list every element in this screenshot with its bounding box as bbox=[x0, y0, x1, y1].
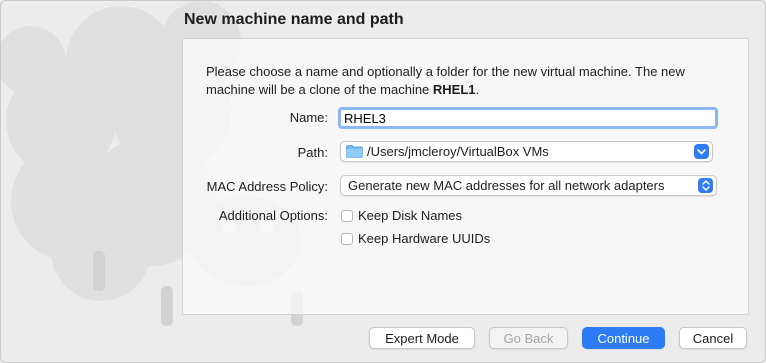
expert-mode-button[interactable]: Expert Mode bbox=[369, 327, 475, 349]
keep-disk-names-option[interactable]: Keep Disk Names bbox=[341, 208, 462, 223]
description-line-2-prefix: machine will be a clone of the machine bbox=[206, 82, 433, 97]
keep-disk-names-label: Keep Disk Names bbox=[358, 208, 463, 223]
path-value: /Users/jmcleroy/VirtualBox VMs bbox=[367, 144, 549, 159]
name-label: Name: bbox=[289, 110, 328, 125]
keep-hardware-uuids-label: Keep Hardware UUIDs bbox=[358, 231, 491, 246]
mac-address-policy-label: MAC Address Policy: bbox=[206, 179, 328, 194]
description-text: Please choose a name and optionally a fo… bbox=[206, 63, 731, 99]
chevron-down-icon bbox=[694, 144, 709, 159]
mac-address-policy-select[interactable]: Generate new MAC addresses for all netwo… bbox=[340, 175, 717, 196]
path-label: Path: bbox=[297, 145, 328, 160]
path-select[interactable]: /Users/jmcleroy/VirtualBox VMs bbox=[340, 141, 713, 162]
cancel-button[interactable]: Cancel bbox=[679, 327, 747, 349]
page-title: New machine name and path bbox=[184, 11, 404, 28]
name-input[interactable] bbox=[338, 107, 718, 129]
description-line-1: Please choose a name and optionally a fo… bbox=[206, 64, 685, 79]
keep-disk-names-checkbox[interactable] bbox=[341, 209, 353, 222]
mac-address-policy-value: Generate new MAC addresses for all netwo… bbox=[348, 178, 665, 193]
source-machine-name: RHEL1 bbox=[432, 82, 476, 97]
go-back-button[interactable]: Go Back bbox=[489, 327, 568, 349]
description-line-2-suffix: . bbox=[475, 82, 480, 97]
additional-options-label: Additional Options: bbox=[218, 208, 328, 223]
keep-hardware-uuids-checkbox[interactable] bbox=[341, 232, 353, 245]
keep-hardware-uuids-option[interactable]: Keep Hardware UUIDs bbox=[341, 231, 490, 246]
continue-button[interactable]: Continue bbox=[582, 327, 665, 349]
updown-chevron-icon bbox=[698, 178, 713, 193]
clone-vm-dialog: New machine name and path Please choose … bbox=[0, 0, 766, 363]
folder-icon bbox=[346, 145, 363, 158]
